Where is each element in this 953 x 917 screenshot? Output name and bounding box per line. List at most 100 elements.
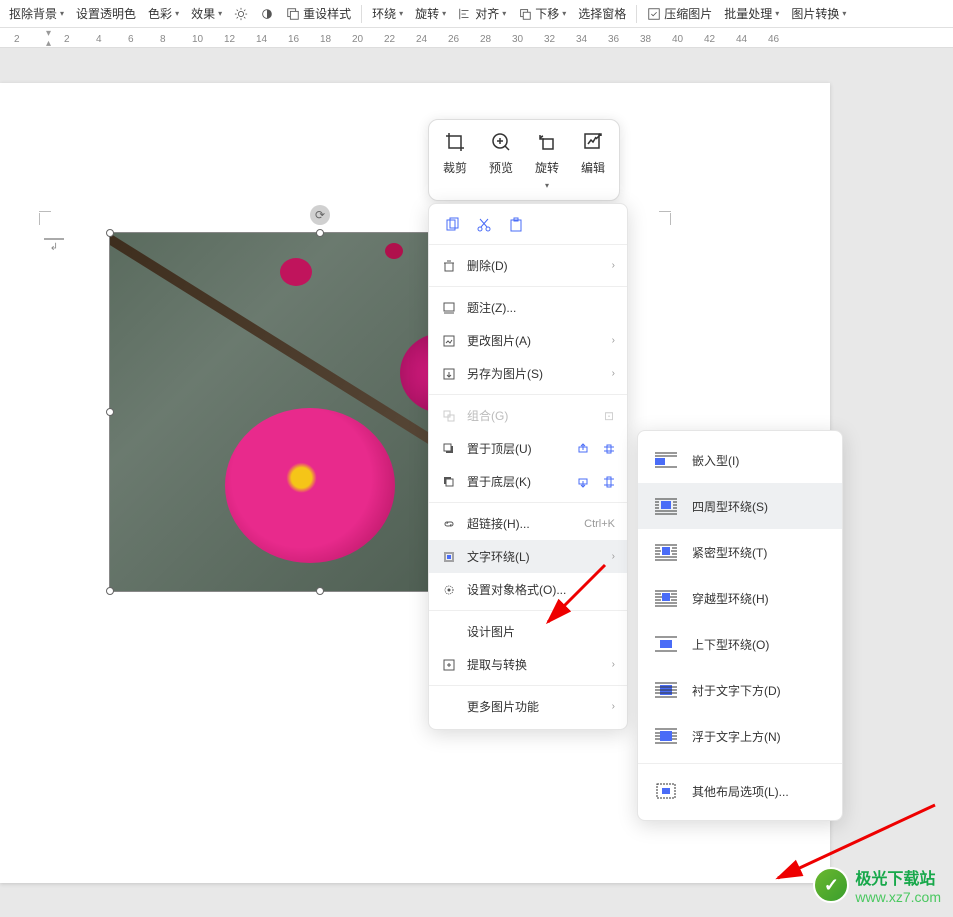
ungroup-icon: ⊡: [601, 408, 617, 424]
ctx-change-pic[interactable]: 更改图片(A) ›: [429, 324, 627, 357]
ruler-tick: 44: [736, 34, 747, 45]
ruler-tick: 18: [320, 34, 331, 45]
wrap-front[interactable]: 浮于文字上方(N): [638, 713, 842, 759]
send-down-button[interactable]: 下移▾: [513, 3, 571, 24]
effect-button[interactable]: 效果▾: [186, 3, 227, 24]
ctx-bring-front[interactable]: 置于顶层(U): [429, 432, 627, 465]
ctx-delete[interactable]: 删除(D) ›: [429, 249, 627, 282]
ctx-text-wrap[interactable]: 文字环绕(L) ›: [429, 540, 627, 573]
caption-icon: [441, 300, 457, 316]
rotate-button[interactable]: 旋转▾: [410, 3, 451, 24]
front-variant1-icon[interactable]: [575, 441, 591, 457]
copy-icon[interactable]: [443, 216, 461, 234]
wrap-behind[interactable]: 衬于文字下方(D): [638, 667, 842, 713]
ruler-tick: 36: [608, 34, 619, 45]
group-icon: [441, 408, 457, 424]
ruler-tick: 12: [224, 34, 235, 45]
ruler-tick: 28: [480, 34, 491, 45]
edit-button[interactable]: 编辑: [581, 130, 605, 190]
ctx-group: 组合(G) ⊡: [429, 399, 627, 432]
zoom-in-icon: [489, 130, 513, 154]
ruler-tick: 38: [640, 34, 651, 45]
wrap-front-icon: [652, 725, 680, 747]
ctx-extract-convert[interactable]: 提取与转换 ›: [429, 648, 627, 681]
ruler-tick: 14: [256, 34, 267, 45]
front-variant2-icon[interactable]: [601, 441, 617, 457]
wrap-through[interactable]: 穿越型环绕(H): [638, 575, 842, 621]
wrap-inline-icon: [652, 449, 680, 471]
wrap-top-bottom[interactable]: 上下型环绕(O): [638, 621, 842, 667]
ctx-save-as-pic[interactable]: 另存为图片(S) ›: [429, 357, 627, 390]
paste-icon[interactable]: [507, 216, 525, 234]
wrap-behind-icon: [652, 679, 680, 701]
convert-button[interactable]: 图片转换▾: [786, 3, 851, 24]
wrap-tight-icon: [652, 541, 680, 563]
ctx-hyperlink[interactable]: 超链接(H)... Ctrl+K: [429, 507, 627, 540]
preview-button[interactable]: 预览: [489, 130, 513, 190]
cut-icon[interactable]: [475, 216, 493, 234]
wrap-tight[interactable]: 紧密型环绕(T): [638, 529, 842, 575]
more-layout-icon: [652, 780, 680, 802]
compress-button[interactable]: 压缩图片: [642, 3, 717, 24]
ctx-format-obj[interactable]: 设置对象格式(O)...: [429, 573, 627, 606]
horizontal-ruler[interactable]: 2246810121416182022242628303234363840424…: [0, 28, 953, 48]
ruler-tick: 2: [14, 34, 20, 45]
wrap-through-icon: [652, 587, 680, 609]
ruler-tick: 26: [448, 34, 459, 45]
text-wrap-submenu: 嵌入型(I) 四周型环绕(S) 紧密型环绕(T) 穿越型环绕(H) 上下型环绕(…: [637, 430, 843, 821]
ctx-design-pic[interactable]: 设计图片: [429, 615, 627, 648]
change-pic-icon: [441, 333, 457, 349]
ruler-tick: 20: [352, 34, 363, 45]
wrap-square[interactable]: 四周型环绕(S): [638, 483, 842, 529]
select-pane-button[interactable]: 选择窗格: [573, 3, 631, 24]
resize-handle-nw[interactable]: [106, 229, 114, 237]
context-menu: 删除(D) › 题注(Z)... 更改图片(A) › 另存为图片(S) › 组合…: [428, 203, 628, 730]
crop-icon: [443, 130, 467, 154]
bring-front-icon: [441, 441, 457, 457]
watermark: ✓ 极光下载站 www.xz7.com: [813, 865, 941, 905]
contrast-icon[interactable]: [255, 5, 279, 23]
ruler-tick: 10: [192, 34, 203, 45]
save-as-icon: [441, 366, 457, 382]
wrap-more-layout[interactable]: 其他布局选项(L)...: [638, 768, 842, 814]
color-button[interactable]: 色彩▾: [143, 3, 184, 24]
back-variant1-icon[interactable]: [575, 474, 591, 490]
crop-button[interactable]: 裁剪: [443, 130, 467, 190]
align-button[interactable]: 对齐▾: [453, 3, 511, 24]
paragraph-marker: ↲: [42, 238, 66, 253]
wrap-topbottom-icon: [652, 633, 680, 655]
ruler-tick: 4: [96, 34, 102, 45]
wrap-square-icon: [652, 495, 680, 517]
rotate-icon: [535, 130, 559, 154]
ruler-tick: 42: [704, 34, 715, 45]
ctx-send-back[interactable]: 置于底层(K): [429, 465, 627, 498]
ruler-tick: 32: [544, 34, 555, 45]
rotate-mini-button[interactable]: 旋转▾: [535, 130, 559, 190]
resize-handle-w[interactable]: [106, 408, 114, 416]
ctx-caption[interactable]: 题注(Z)...: [429, 291, 627, 324]
trash-icon: [441, 258, 457, 274]
ruler-tick: 22: [384, 34, 395, 45]
rotate-handle[interactable]: ⟳: [310, 205, 330, 225]
reset-style-button[interactable]: 重设样式: [281, 3, 356, 24]
toolbar: 抠除背景▾ 设置透明色 色彩▾ 效果▾ 重设样式 环绕▾ 旋转▾ 对齐▾ 下移▾…: [0, 0, 953, 28]
ruler-tick: 24: [416, 34, 427, 45]
image-mini-toolbar: 裁剪 预览 旋转▾ 编辑: [428, 119, 620, 201]
ruler-tick: 2: [64, 34, 70, 45]
ruler-tick: 30: [512, 34, 523, 45]
ctx-more-pic[interactable]: 更多图片功能 ›: [429, 690, 627, 723]
text-wrap-icon: [441, 549, 457, 565]
resize-handle-n[interactable]: [316, 229, 324, 237]
ruler-tick: 34: [576, 34, 587, 45]
resize-handle-sw[interactable]: [106, 587, 114, 595]
set-transparent-button[interactable]: 设置透明色: [71, 3, 141, 24]
watermark-logo-icon: ✓: [813, 867, 849, 903]
remove-bg-button[interactable]: 抠除背景▾: [4, 3, 69, 24]
ruler-tick: 46: [768, 34, 779, 45]
batch-button[interactable]: 批量处理▾: [719, 3, 784, 24]
brightness-icon[interactable]: [229, 5, 253, 23]
wrap-inline[interactable]: 嵌入型(I): [638, 437, 842, 483]
resize-handle-s[interactable]: [316, 587, 324, 595]
wrap-button[interactable]: 环绕▾: [367, 3, 408, 24]
back-variant2-icon[interactable]: [601, 474, 617, 490]
